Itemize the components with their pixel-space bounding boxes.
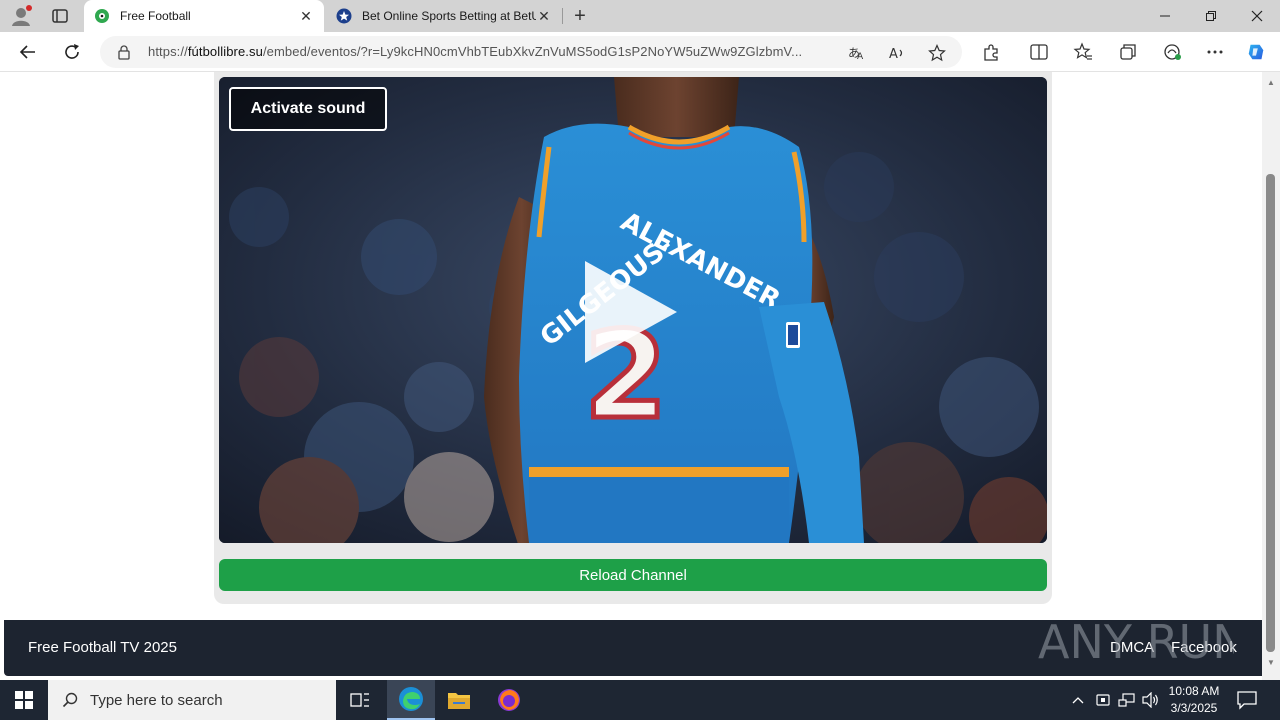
- browser-essentials-icon[interactable]: [1162, 42, 1182, 62]
- close-window-icon[interactable]: [1234, 0, 1280, 32]
- extensions-icon[interactable]: [981, 42, 1001, 62]
- lock-icon[interactable]: [116, 44, 132, 60]
- start-button[interactable]: [0, 680, 48, 720]
- tab-strip: Free Football ✕ Bet Online Sports Bettin…: [0, 0, 1280, 32]
- footer-copyright: Free Football TV 2025: [28, 639, 177, 656]
- svg-text:A: A: [889, 47, 898, 62]
- video-player[interactable]: GILGEOUS- ALEXANDER 2 Activate sound: [219, 77, 1047, 543]
- watermark-any-text: ANY RUN: [1038, 615, 1234, 669]
- tab-actions-icon[interactable]: [50, 6, 70, 26]
- player-container: GILGEOUS- ALEXANDER 2 Activate sound Rel…: [214, 72, 1052, 604]
- star-badge-icon: [336, 8, 352, 24]
- task-view-icon[interactable]: [336, 680, 384, 720]
- reload-channel-button[interactable]: Reload Channel: [219, 559, 1047, 591]
- file-explorer-icon[interactable]: [435, 680, 483, 720]
- page-scrollbar[interactable]: ▲ ▼: [1262, 72, 1280, 680]
- security-tray-icon[interactable]: [1093, 690, 1113, 710]
- restore-icon[interactable]: [1188, 0, 1234, 32]
- new-tab-icon[interactable]: +: [568, 4, 592, 28]
- refresh-icon[interactable]: [58, 38, 86, 66]
- clock-date: 3/3/2025: [1170, 701, 1218, 715]
- translate-icon[interactable]: あA: [848, 44, 866, 62]
- address-bar[interactable]: https://fútbollibre.su/embed/eventos/?r=…: [100, 36, 962, 68]
- url-text[interactable]: https://fútbollibre.su/embed/eventos/?r=…: [148, 44, 838, 59]
- scrollbar-thumb[interactable]: [1266, 174, 1275, 652]
- soccer-ball-icon: [94, 8, 110, 24]
- navigation-bar: https://fútbollibre.su/embed/eventos/?r=…: [0, 32, 1280, 72]
- taskbar-edge-icon[interactable]: [387, 680, 435, 720]
- taskbar-search-box[interactable]: Type here to search: [48, 680, 336, 720]
- taskbar-clock[interactable]: 10:08 AM 3/3/2025: [1162, 683, 1226, 717]
- more-options-icon[interactable]: [1205, 42, 1225, 62]
- volume-icon[interactable]: [1141, 690, 1161, 710]
- tab-title: Free Football: [120, 9, 191, 23]
- favorites-icon[interactable]: [1073, 42, 1093, 62]
- notifications-icon[interactable]: [1236, 690, 1258, 710]
- split-screen-icon[interactable]: [1029, 42, 1049, 62]
- windows-taskbar: Type here to search 10:08 AM 3/3/2025: [0, 680, 1280, 720]
- minimize-icon[interactable]: [1142, 0, 1188, 32]
- tab-separator: [562, 8, 563, 24]
- favorite-star-icon[interactable]: [928, 44, 946, 62]
- firefox-icon[interactable]: [485, 680, 533, 720]
- scroll-up-icon[interactable]: ▲: [1267, 78, 1275, 87]
- copilot-icon[interactable]: [1246, 42, 1266, 62]
- tab-close-icon[interactable]: ✕: [536, 8, 552, 24]
- scroll-down-icon[interactable]: ▼: [1267, 658, 1275, 667]
- read-aloud-icon[interactable]: A: [888, 44, 906, 62]
- tab-title: Bet Online Sports Betting at BetU: [362, 9, 536, 23]
- activate-sound-button[interactable]: Activate sound: [229, 87, 387, 131]
- search-placeholder: Type here to search: [90, 691, 223, 709]
- svg-text:A: A: [857, 52, 864, 62]
- tab-betonline[interactable]: Bet Online Sports Betting at BetU ✕: [326, 0, 562, 32]
- search-icon: [62, 692, 78, 708]
- clock-time: 10:08 AM: [1168, 684, 1220, 698]
- back-icon[interactable]: [14, 38, 42, 66]
- page-viewport: GILGEOUS- ALEXANDER 2 Activate sound Rel…: [0, 72, 1262, 680]
- anyrun-watermark: ANY RUN: [1034, 602, 1247, 672]
- profile-avatar-icon[interactable]: [10, 5, 32, 27]
- network-icon[interactable]: [1117, 690, 1137, 710]
- play-icon[interactable]: [581, 257, 681, 367]
- tab-close-icon[interactable]: ✕: [298, 8, 314, 24]
- collections-icon[interactable]: [1118, 42, 1138, 62]
- windows-logo-icon: [15, 691, 33, 709]
- tab-free-football[interactable]: Free Football ✕: [84, 0, 324, 32]
- show-hidden-icons-icon[interactable]: [1068, 690, 1088, 710]
